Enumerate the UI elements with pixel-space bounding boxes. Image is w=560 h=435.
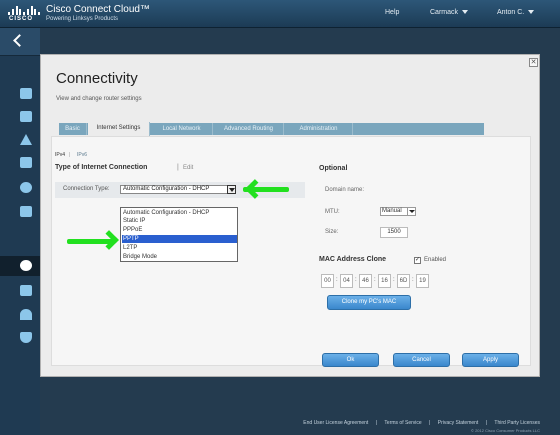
- close-icon[interactable]: ✕: [529, 58, 538, 67]
- cisco-logo: CISCO: [8, 5, 40, 23]
- footer-sep: |: [429, 420, 431, 426]
- option-pptp[interactable]: PPTP: [122, 235, 237, 243]
- user-menu[interactable]: Anton C.: [497, 9, 535, 16]
- back-icon: [13, 34, 26, 47]
- mac-colon: :: [412, 277, 414, 283]
- domain-name-label: Domain name:: [325, 187, 365, 193]
- speed-icon[interactable]: [20, 182, 32, 193]
- option-pppoe[interactable]: PPPoE: [122, 226, 237, 234]
- third-party-link[interactable]: Third Party Licenses: [494, 420, 540, 426]
- location-menu[interactable]: Carmack: [430, 9, 469, 16]
- settings-gear-icon: [20, 260, 32, 271]
- mac-colon: :: [336, 277, 338, 283]
- connection-type-select[interactable]: Automatic Configuration - DHCP: [120, 185, 236, 194]
- top-bar: CISCO Cisco Connect Cloud™ Powering Link…: [0, 0, 560, 28]
- mac-field-1[interactable]: 00: [321, 274, 334, 288]
- privacy-link[interactable]: Privacy Statement: [438, 420, 479, 426]
- app-title: Cisco Connect Cloud™: [46, 4, 150, 15]
- tab-administration[interactable]: Administration: [285, 123, 353, 135]
- parental-controls-icon[interactable]: [20, 157, 32, 168]
- tab-local-network[interactable]: Local Network: [151, 123, 213, 135]
- cisco-wordmark: CISCO: [9, 16, 34, 22]
- mac-colon: :: [355, 277, 357, 283]
- footer-sep: |: [485, 420, 488, 426]
- mtu-size-input[interactable]: 1500: [380, 227, 408, 238]
- mac-colon: :: [393, 277, 395, 283]
- mac-field-3[interactable]: 46: [359, 274, 372, 288]
- wifi-icon[interactable]: [20, 309, 32, 320]
- size-label: Size:: [325, 229, 339, 235]
- mac-field-6[interactable]: 19: [416, 274, 429, 288]
- ipv-separator: |: [69, 152, 71, 158]
- chevron-down-icon[interactable]: [227, 185, 236, 194]
- tab-basic[interactable]: Basic: [59, 123, 87, 135]
- connection-type-dropdown: Automatic Configuration - DHCP Static IP…: [120, 207, 238, 262]
- camera-icon[interactable]: [20, 285, 32, 296]
- eula-link[interactable]: End User License Agreement: [303, 420, 368, 426]
- heading-separator: |: [177, 164, 179, 171]
- location-label: Carmack: [430, 9, 459, 16]
- ipv6-tab[interactable]: IPv6: [77, 152, 87, 158]
- mac-field-4[interactable]: 16: [378, 274, 391, 288]
- help-link[interactable]: Help: [385, 9, 399, 16]
- dialog-subtitle: View and change router settings: [56, 96, 142, 102]
- user-label: Anton C.: [497, 9, 525, 16]
- dialog-title: Connectivity: [56, 70, 138, 87]
- option-static-ip[interactable]: Static IP: [122, 217, 237, 225]
- option-bridge-mode[interactable]: Bridge Mode: [122, 253, 237, 261]
- footer-links: End User License Agreement | Terms of Se…: [297, 420, 540, 426]
- ipv4-tab[interactable]: IPv4: [55, 152, 65, 158]
- terms-link[interactable]: Terms of Service: [384, 420, 421, 426]
- connectivity-dialog: ✕ Connectivity View and change router se…: [40, 54, 540, 377]
- footer-sep: |: [375, 420, 378, 426]
- back-button[interactable]: [0, 28, 40, 56]
- apply-button[interactable]: Apply: [462, 353, 519, 367]
- optional-heading: Optional: [319, 165, 348, 172]
- connection-type-label: Connection Type:: [63, 186, 110, 192]
- option-dhcp[interactable]: Automatic Configuration - DHCP: [122, 209, 237, 217]
- tab-advanced-routing[interactable]: Advanced Routing: [214, 123, 284, 135]
- mtu-label: MTU:: [325, 209, 340, 215]
- tab-bar: Basic Internet Settings Local Network Ad…: [59, 122, 484, 136]
- chevron-down-icon[interactable]: [407, 208, 415, 215]
- mac-colon: :: [374, 277, 376, 283]
- edit-link[interactable]: Edit: [183, 165, 193, 171]
- security-shield-icon[interactable]: [20, 332, 32, 343]
- app-subtitle: Powering Linksys Products: [46, 16, 119, 22]
- mac-clone-heading: MAC Address Clone: [319, 256, 387, 263]
- external-storage-icon[interactable]: [20, 206, 32, 217]
- ok-button[interactable]: Ok: [322, 353, 379, 367]
- option-l2tp[interactable]: L2TP: [122, 244, 237, 252]
- mac-clone-checkbox[interactable]: ✓: [414, 257, 421, 264]
- settings-row[interactable]: [0, 256, 40, 276]
- chevron-down-icon: [528, 10, 535, 15]
- connection-type-heading: Type of Internet Connection: [55, 164, 148, 171]
- clone-mac-button[interactable]: Clone my PC's MAC: [327, 295, 411, 310]
- cancel-button[interactable]: Cancel: [393, 353, 450, 367]
- device-list-icon[interactable]: [20, 111, 32, 122]
- mac-clone-enabled-label: Enabled: [424, 257, 447, 263]
- copyright: © 2012 Cisco Consumer Products LLC: [471, 428, 540, 433]
- tab-internet-settings[interactable]: Internet Settings: [88, 122, 150, 136]
- mac-field-5[interactable]: 6D: [397, 274, 410, 288]
- alert-icon[interactable]: [20, 134, 32, 145]
- sidebar: [0, 28, 40, 435]
- router-icon[interactable]: [20, 88, 32, 99]
- chevron-down-icon: [462, 10, 469, 15]
- mac-field-2[interactable]: 04: [340, 274, 353, 288]
